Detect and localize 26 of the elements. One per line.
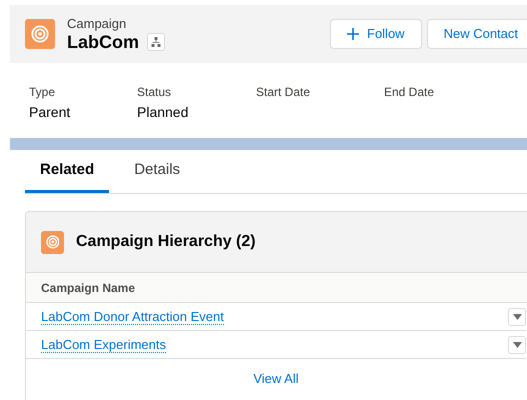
field-label: Type	[29, 84, 56, 100]
view-all-link[interactable]: View All	[253, 369, 299, 389]
tab[interactable]: Details	[119, 150, 196, 193]
field-label: End Date	[384, 84, 436, 100]
caret-icon	[512, 314, 522, 320]
field-value: Planned	[137, 103, 190, 122]
field-label: Status	[137, 84, 172, 100]
card-title: Campaign Hierarchy (2)	[76, 232, 256, 252]
campaign-link[interactable]: LabCom Experiments	[41, 336, 166, 352]
action-button[interactable]: New Contact	[426, 19, 527, 49]
campaign-link[interactable]: LabCom Donor Attraction Event	[41, 308, 224, 324]
field-value: Parent	[29, 103, 72, 122]
column-header: Campaign Name	[41, 280, 136, 296]
caret-icon	[512, 342, 522, 348]
campaign-icon	[41, 230, 64, 254]
hierarchy-button[interactable]	[147, 32, 165, 50]
tab[interactable]: Related	[25, 150, 110, 193]
follow-button[interactable]: Follow	[330, 19, 422, 49]
object-type: Campaign	[67, 16, 128, 30]
plus-icon	[347, 28, 359, 40]
field-label: Start Date	[256, 84, 312, 100]
row-menu-button[interactable]	[508, 336, 526, 354]
hierarchy-icon	[151, 36, 161, 46]
campaign-icon	[25, 19, 55, 49]
row-menu-button[interactable]	[508, 308, 526, 326]
record-title: LabCom	[67, 31, 139, 52]
